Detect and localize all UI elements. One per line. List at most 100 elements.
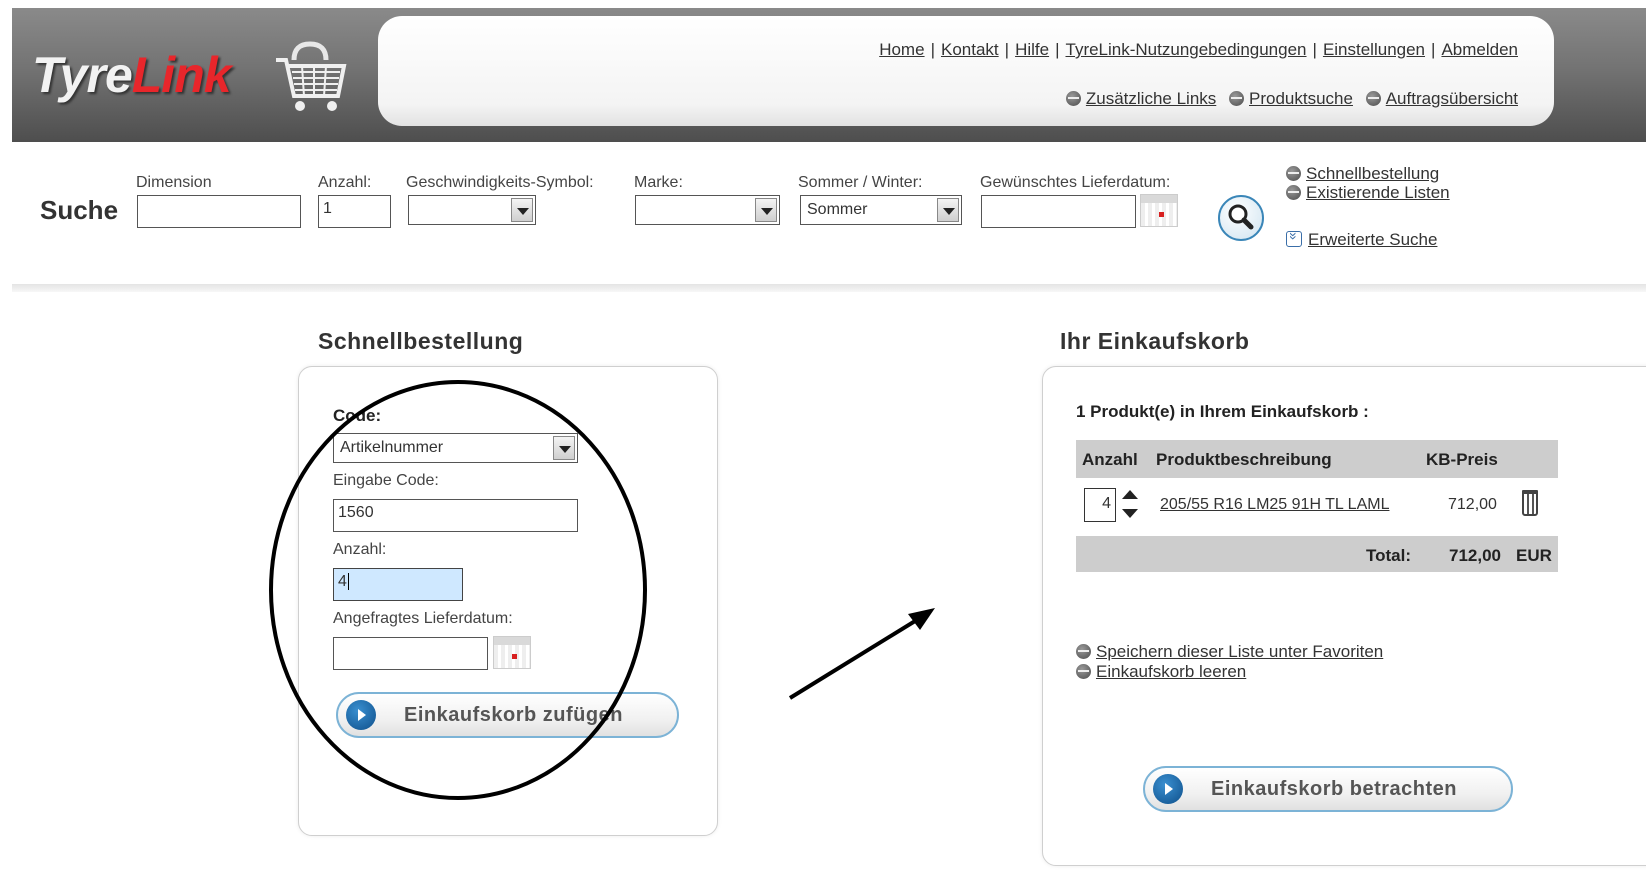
bullet-icon — [1065, 91, 1081, 106]
dimension-label: Dimension — [136, 174, 212, 191]
logo-text-tyre: Tyre — [32, 47, 133, 103]
delivery-date-label: Gewünschtes Lieferdatum: — [980, 174, 1171, 191]
search-title: Suche — [40, 195, 119, 225]
nav-link-einstellungen[interactable]: Einstellungen — [1323, 40, 1425, 59]
top-navigation-panel: Home | Kontakt | Hilfe | TyreLink-Nutzungebedi… — [378, 16, 1554, 126]
speed-symbol-label: Geschwindigkeits-Symbol: — [406, 174, 594, 191]
bullet-icon — [1286, 185, 1301, 200]
search-anzahl-label: Anzahl: — [318, 174, 372, 191]
bullet-icon — [1076, 644, 1091, 659]
column-header-qty: Anzahl — [1082, 450, 1138, 469]
search-bar: Suche Dimension Anzahl: 1 Geschwindigkei… — [0, 150, 1646, 290]
bullet-icon — [1286, 166, 1301, 181]
quantity-label: Anzahl: — [333, 541, 387, 558]
nav-link-zusaetzliche-links[interactable]: Zusätzliche Links — [1086, 89, 1216, 108]
season-value: Sommer — [807, 201, 868, 218]
tyrelink-logo[interactable]: TyreLink — [32, 38, 362, 118]
column-header-price: KB-Preis — [1426, 450, 1498, 469]
sub-links: Zusätzliche Links Produktsuche Auftragsü… — [1058, 89, 1518, 109]
link-erweiterte-suche[interactable]: Erweiterte Suche — [1308, 230, 1437, 249]
magnifier-icon — [1228, 204, 1254, 230]
nav-separator: | — [1312, 40, 1317, 59]
chevron-down-icon — [755, 198, 777, 222]
cart-table-header: Anzahl Produktbeschreibung KB-Preis — [1076, 440, 1558, 478]
marke-label: Marke: — [634, 174, 683, 191]
empty-cart-link[interactable]: Einkaufskorb leeren — [1096, 662, 1246, 681]
bullet-icon — [1076, 664, 1091, 679]
search-button[interactable] — [1218, 195, 1264, 241]
total-value: 712,00 — [1449, 546, 1501, 565]
nav-separator: | — [930, 40, 935, 59]
search-anzahl-input[interactable]: 1 — [318, 195, 391, 228]
cart-item-description-link[interactable]: 205/55 R16 LM25 91H TL LAML — [1160, 496, 1389, 513]
link-schnellbestellung[interactable]: Schnellbestellung — [1306, 164, 1439, 183]
dimension-input[interactable] — [137, 195, 301, 228]
requested-date-field[interactable] — [333, 637, 488, 670]
column-header-description: Produktbeschreibung — [1156, 450, 1332, 469]
speed-symbol-select[interactable] — [408, 195, 536, 225]
logo-text-link: Link — [131, 47, 232, 103]
play-icon — [1153, 774, 1183, 804]
nav-separator: | — [1004, 40, 1010, 59]
arrow-down-icon[interactable] — [1120, 506, 1140, 523]
arrow-annotation — [788, 608, 935, 700]
play-icon — [346, 700, 376, 730]
view-cart-button[interactable]: Einkaufskorb betrachten — [1143, 766, 1513, 812]
nav-link-auftragsuebersicht[interactable]: Auftragsübersicht — [1386, 89, 1518, 108]
search-side-link-advanced: Erweiterte Suche — [1286, 230, 1437, 250]
expand-icon — [1286, 231, 1302, 247]
add-to-cart-button[interactable]: Einkaufskorb zufügen — [336, 692, 679, 738]
bullet-icon — [1229, 91, 1245, 106]
marke-select[interactable] — [635, 195, 780, 225]
quantity-value: 4 — [338, 573, 347, 590]
total-label: Total: — [1366, 546, 1412, 565]
save-favorites-link[interactable]: Speichern dieser Liste unter Favoriten — [1096, 642, 1383, 661]
cart-title: Ihr Einkaufskorb — [1060, 328, 1250, 354]
code-label: Code: — [333, 406, 382, 425]
quantity-stepper[interactable] — [1120, 486, 1140, 524]
nav-separator: | — [1431, 40, 1436, 59]
cart-total-row: Total: 712,00 EUR — [1076, 536, 1558, 572]
delivery-date-input[interactable] — [981, 195, 1136, 228]
calendar-icon[interactable] — [1140, 194, 1178, 227]
trash-icon[interactable] — [1522, 490, 1538, 516]
nav-link-abmelden[interactable]: Abmelden — [1441, 40, 1518, 59]
nav-link-kontakt[interactable]: Kontakt — [941, 40, 999, 59]
search-side-link-quick-order: Schnellbestellung — [1286, 164, 1439, 184]
total-currency: EUR — [1516, 546, 1552, 565]
nav-link-home[interactable]: Home — [879, 40, 924, 59]
chevron-down-icon — [553, 436, 575, 460]
input-code-field[interactable]: 1560 — [333, 499, 578, 532]
bullet-icon — [1365, 91, 1381, 106]
cart-item-price: 712,00 — [1448, 496, 1497, 513]
nav-link-produktsuche[interactable]: Produktsuche — [1249, 89, 1353, 108]
nav-link-nutzungsbedingungen[interactable]: TyreLink-Nutzungebedingungen — [1066, 40, 1307, 59]
link-existierende-listen[interactable]: Existierende Listen — [1306, 183, 1450, 202]
code-type-select[interactable]: Artikelnummer — [333, 433, 578, 463]
season-select[interactable]: Sommer — [800, 195, 962, 225]
season-label: Sommer / Winter: — [798, 174, 923, 191]
cart-summary: 1 Produkt(e) in Ihrem Einkaufskorb : — [1076, 402, 1369, 421]
add-to-cart-label: Einkaufskorb zufügen — [404, 704, 623, 726]
nav-separator: | — [1055, 40, 1060, 59]
search-side-link-lists: Existierende Listen — [1286, 183, 1450, 203]
view-cart-label: Einkaufskorb betrachten — [1211, 778, 1458, 800]
text-cursor — [347, 573, 349, 590]
chevron-down-icon — [937, 198, 959, 222]
calendar-icon[interactable] — [493, 636, 531, 669]
shopping-cart-icon — [276, 41, 347, 111]
quantity-field[interactable]: 4 — [333, 568, 463, 601]
empty-cart-item: Einkaufskorb leeren — [1076, 662, 1246, 682]
save-favorites-item: Speichern dieser Liste unter Favoriten — [1076, 642, 1383, 662]
arrow-up-icon[interactable] — [1120, 486, 1140, 503]
quick-order-title: Schnellbestellung — [318, 328, 524, 354]
top-links: Home | Kontakt | Hilfe | TyreLink-Nutzungebedi… — [879, 40, 1518, 60]
nav-link-hilfe[interactable]: Hilfe — [1015, 40, 1049, 59]
input-code-label: Eingabe Code: — [333, 472, 439, 489]
requested-date-label: Angefragtes Lieferdatum: — [333, 610, 513, 627]
cart-row: 4 205/55 R16 LM25 91H TL LAML 712,00 — [1076, 480, 1558, 534]
chevron-down-icon — [511, 198, 533, 222]
cart-item-quantity-input[interactable]: 4 — [1084, 488, 1116, 522]
code-type-value: Artikelnummer — [340, 439, 444, 456]
divider — [12, 284, 1646, 292]
